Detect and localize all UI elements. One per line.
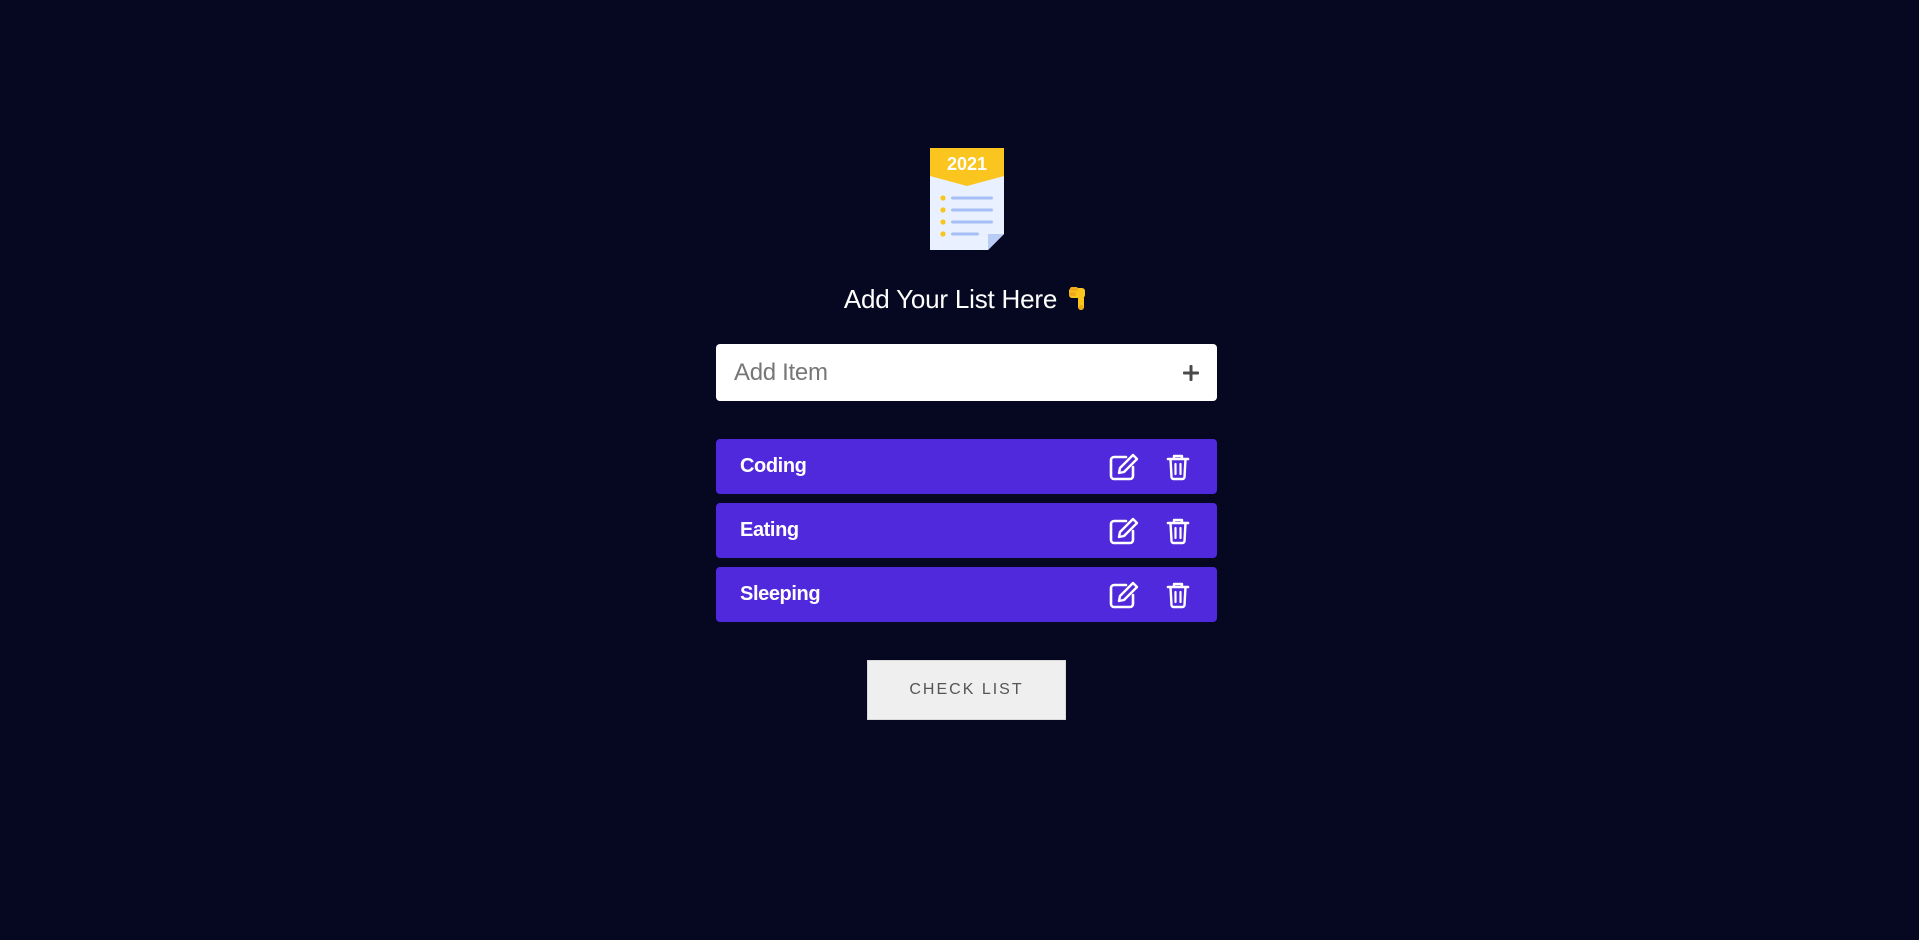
pointing-down-hand-icon [1067,285,1089,313]
list-item: Eating [716,503,1217,558]
list-item-actions [1109,580,1193,610]
delete-button[interactable] [1163,452,1193,482]
trash-icon [1166,454,1190,480]
list-item: Coding [716,439,1217,494]
list-item-label: Coding [740,455,807,477]
logo-year: 2021 [946,154,986,174]
edit-button[interactable] [1109,580,1139,610]
plus-icon [1183,364,1199,381]
todo-list: Coding Eating Sleeping [716,439,1217,622]
page-heading: Add Your List Here [844,282,1089,316]
list-item: Sleeping [716,567,1217,622]
trash-icon [1166,518,1190,544]
todo-app: 2021 Add Your List Here Add Item Coding … [716,148,1217,720]
checklist-logo-icon: 2021 [929,148,1004,250]
trash-icon [1166,582,1190,608]
edit-icon [1109,453,1139,480]
delete-button[interactable] [1163,516,1193,546]
edit-icon [1109,581,1139,608]
add-item-input[interactable] [734,352,1179,393]
check-list-button[interactable]: CHECK LIST [867,660,1066,720]
edit-button[interactable] [1109,516,1139,546]
delete-button[interactable] [1163,580,1193,610]
add-item-box [716,344,1217,401]
heading-text: Add Your List Here [843,283,1058,314]
edit-button[interactable] [1109,452,1139,482]
list-item-label: Eating [740,519,799,541]
edit-icon [1109,517,1139,544]
list-item-actions [1109,516,1193,546]
add-item-button[interactable] [1179,361,1203,385]
list-item-label: Sleeping [740,583,821,605]
list-item-actions [1109,452,1193,482]
